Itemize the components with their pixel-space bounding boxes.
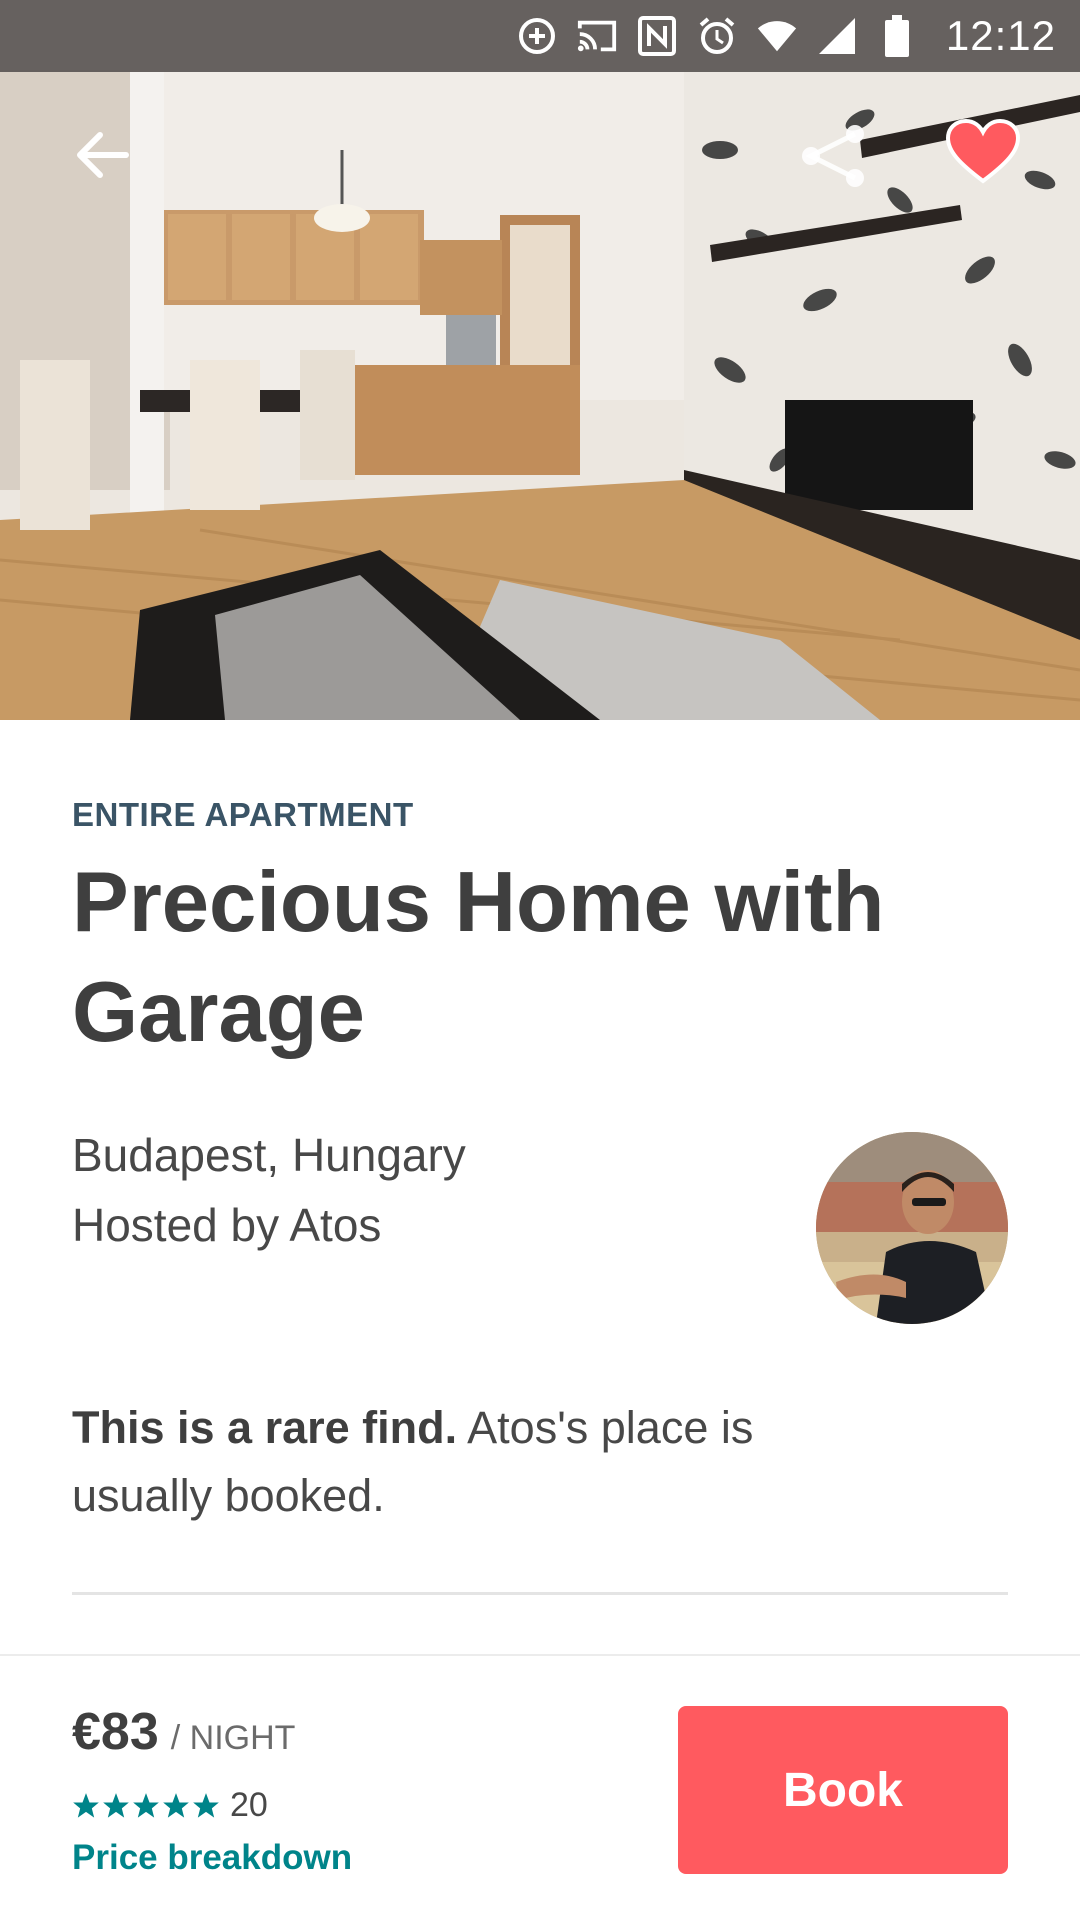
host-name[interactable]: Hosted by Atos [72, 1198, 381, 1252]
section-divider [72, 1592, 1008, 1595]
listing-title: Precious Home with Garage [72, 855, 885, 1060]
status-time: 12:12 [945, 12, 1056, 59]
share-button[interactable] [792, 118, 876, 194]
heart-icon [945, 119, 1021, 184]
data-saver-icon [516, 15, 558, 57]
price-unit: / NIGHT [170, 1719, 296, 1757]
wifi-icon [756, 15, 798, 57]
room-type-label: ENTIRE APARTMENT [72, 796, 414, 833]
star-icon [133, 1792, 159, 1818]
listing-screen: 12:12 ENTIRE APARTMENT Precious Home wit… [0, 0, 1080, 1920]
share-icon [802, 125, 864, 187]
price-breakdown-link[interactable]: Price breakdown [72, 1838, 352, 1878]
star-icon [103, 1792, 129, 1818]
apartment-living-room-photo [0, 0, 1080, 720]
alarm-icon [696, 15, 738, 57]
listing-photo[interactable] [0, 0, 1080, 720]
price-row: €83 / NIGHT [72, 1702, 295, 1762]
star-icon [73, 1792, 99, 1818]
book-button[interactable]: Book [678, 1706, 1008, 1874]
favorite-button[interactable] [940, 112, 1026, 192]
nightly-price: €83 [72, 1703, 159, 1761]
review-count: 20 [230, 1786, 268, 1824]
host-photo [816, 1132, 1008, 1324]
arrow-left-icon [77, 132, 129, 178]
rare-find-highlight: This is a rare find. [72, 1402, 458, 1453]
nfc-icon [636, 15, 678, 57]
cast-icon [576, 15, 618, 57]
booking-bar: €83 / NIGHT 20 Price breakdown Book [0, 1654, 1080, 1920]
battery-icon [876, 15, 918, 57]
signal-icon [816, 15, 858, 57]
rare-find-notice: This is a rare find. Atos's place is usu… [72, 1394, 872, 1530]
star-icon [163, 1792, 189, 1818]
star-icon [193, 1792, 219, 1818]
host-avatar[interactable] [816, 1132, 1008, 1324]
rating-row[interactable]: 20 [72, 1786, 268, 1825]
listing-location: Budapest, Hungary [72, 1129, 466, 1181]
status-bar: 12:12 [0, 0, 1080, 72]
back-button[interactable] [62, 122, 142, 188]
star-rating [72, 1792, 220, 1820]
